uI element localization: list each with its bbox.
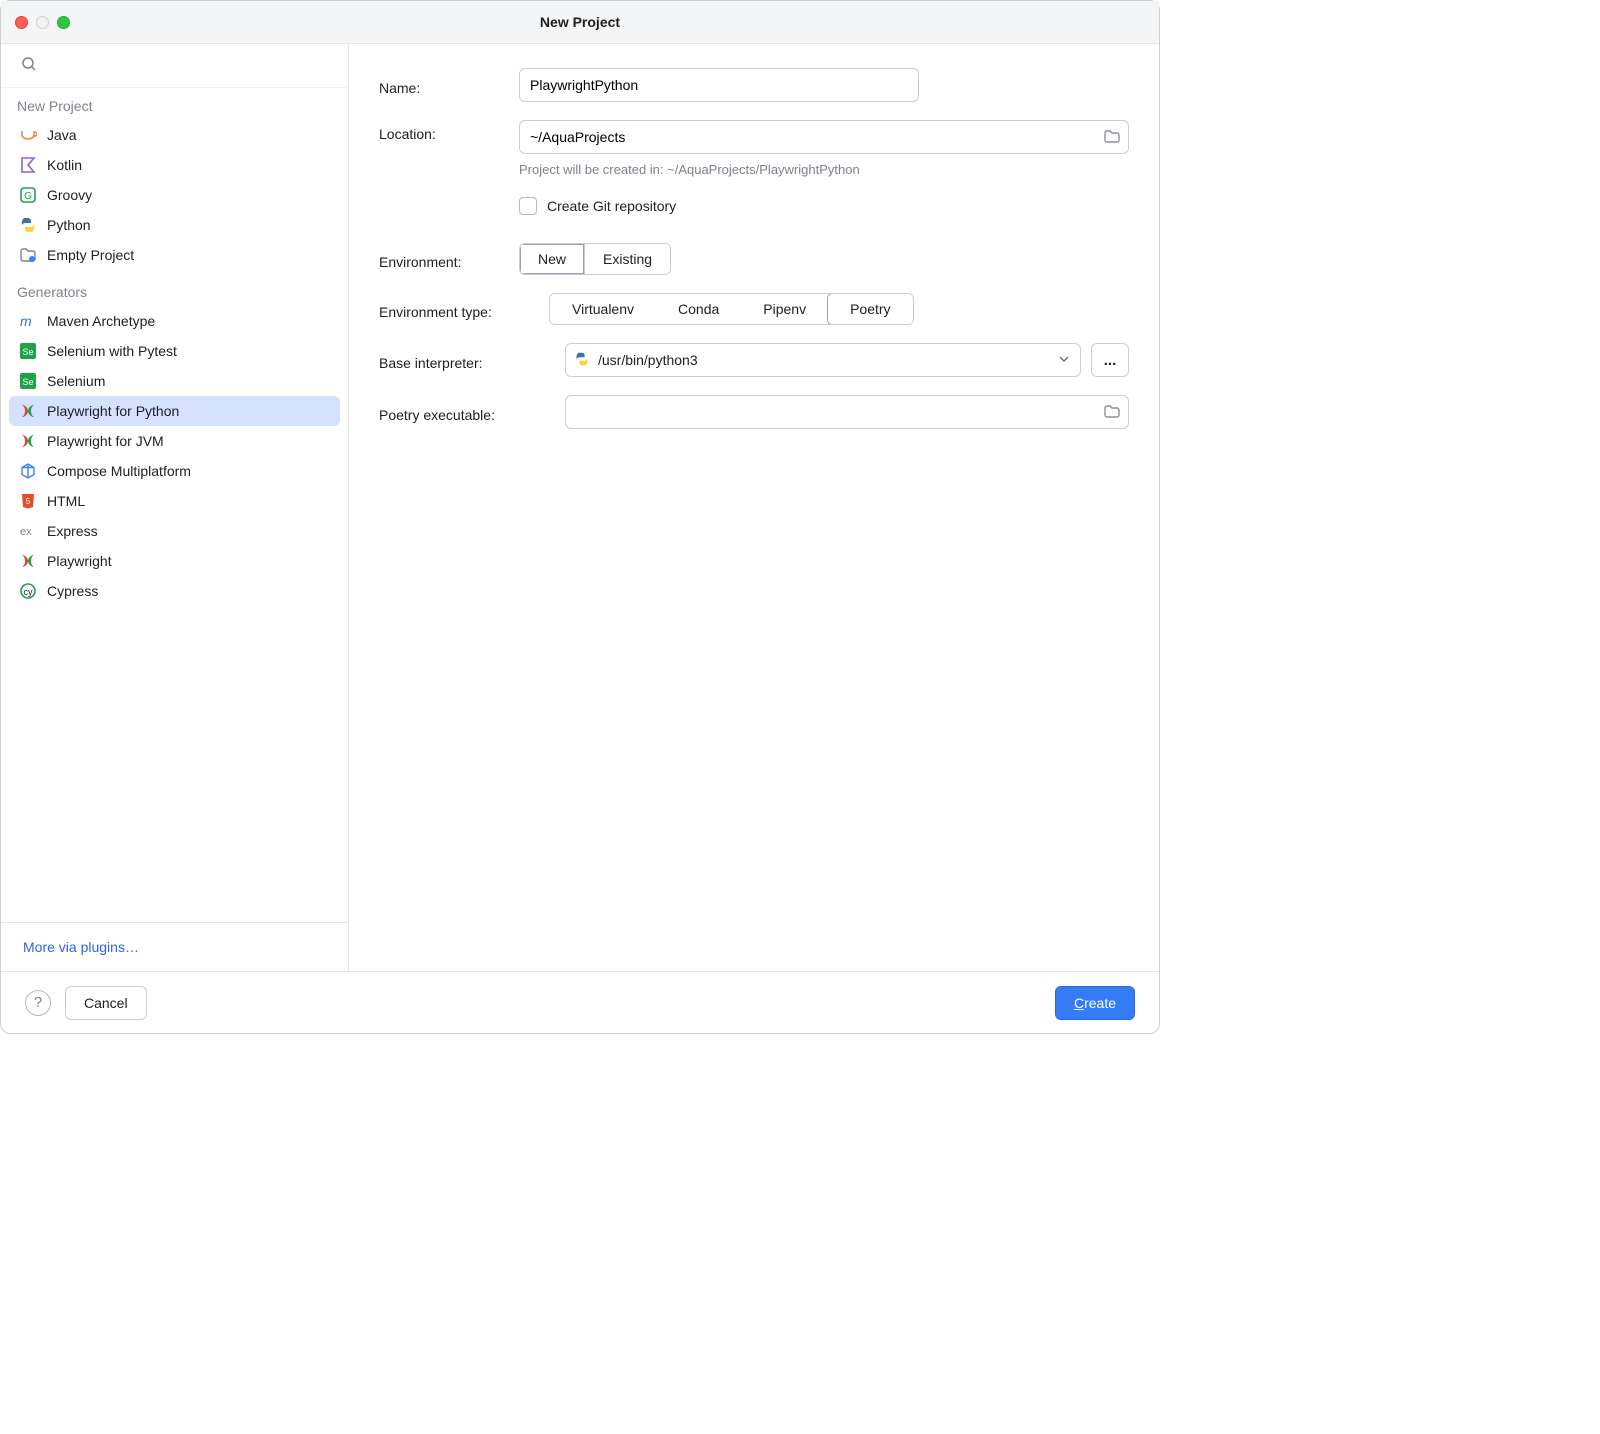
- svg-text:5: 5: [26, 497, 31, 506]
- group-generators-label: Generators: [9, 280, 340, 306]
- env-type-segment: Virtualenv Conda Pipenv Poetry: [549, 293, 914, 325]
- sidebar-item-kotlin[interactable]: Kotlin: [9, 150, 340, 180]
- sidebar-item-label: Playwright for JVM: [47, 433, 164, 449]
- more-via-plugins-link[interactable]: More via plugins…: [23, 939, 139, 955]
- interp-browse-button[interactable]: ...: [1091, 343, 1129, 377]
- sidebar-item-empty[interactable]: Empty Project: [9, 240, 340, 270]
- sidebar-list: New Project Java Kotlin G Groovy Python …: [1, 88, 348, 922]
- cypress-icon: cy: [19, 582, 37, 600]
- sidebar-item-label: Cypress: [47, 583, 98, 599]
- html-icon: 5: [19, 492, 37, 510]
- git-label: Create Git repository: [547, 198, 676, 214]
- env-new-button[interactable]: New: [520, 244, 584, 274]
- groovy-icon: G: [19, 186, 37, 204]
- name-label: Name:: [379, 74, 519, 96]
- poetry-label: Poetry executable:: [379, 401, 565, 423]
- interp-value: /usr/bin/python3: [598, 352, 698, 368]
- sidebar-item-python[interactable]: Python: [9, 210, 340, 240]
- playwright-icon: [19, 402, 37, 420]
- sidebar-item-label: Java: [47, 127, 77, 143]
- search-icon: [21, 56, 37, 75]
- sidebar-item-compose[interactable]: Compose Multiplatform: [9, 456, 340, 486]
- content: Name: Location: Project will be created …: [349, 44, 1159, 971]
- sidebar-item-label: Compose Multiplatform: [47, 463, 191, 479]
- create-label-rest: reate: [1084, 995, 1116, 1011]
- svg-text:Se: Se: [22, 377, 33, 387]
- name-input[interactable]: [519, 68, 919, 102]
- git-checkbox[interactable]: [519, 197, 537, 215]
- selenium-icon: Se: [19, 372, 37, 390]
- titlebar: New Project: [1, 1, 1159, 44]
- interp-label: Base interpreter:: [379, 349, 565, 371]
- selenium-icon: Se: [19, 342, 37, 360]
- compose-icon: [19, 462, 37, 480]
- env-type-pipenv[interactable]: Pipenv: [741, 294, 828, 324]
- poetry-input[interactable]: [565, 395, 1129, 429]
- sidebar: New Project Java Kotlin G Groovy Python …: [1, 44, 349, 971]
- env-type-poetry[interactable]: Poetry: [827, 293, 913, 325]
- svg-text:m: m: [20, 313, 32, 329]
- python-icon: [19, 216, 37, 234]
- location-input[interactable]: [519, 120, 1129, 154]
- java-icon: [19, 126, 37, 144]
- location-label: Location:: [379, 120, 519, 142]
- environment-label: Environment:: [379, 248, 519, 270]
- footer: ? Cancel Create: [1, 971, 1159, 1033]
- svg-text:ex: ex: [20, 526, 32, 538]
- sidebar-item-label: Maven Archetype: [47, 313, 155, 329]
- help-button[interactable]: ?: [25, 990, 51, 1016]
- playwright-icon: [19, 552, 37, 570]
- browse-folder-icon[interactable]: [1103, 128, 1121, 146]
- env-type-conda[interactable]: Conda: [656, 294, 741, 324]
- svg-text:cy: cy: [24, 587, 34, 597]
- sidebar-item-playwright-jvm[interactable]: Playwright for JVM: [9, 426, 340, 456]
- sidebar-item-selenium[interactable]: Se Selenium: [9, 366, 340, 396]
- sidebar-item-label: Groovy: [47, 187, 92, 203]
- search-area[interactable]: [1, 44, 348, 88]
- python-icon: [574, 351, 590, 370]
- env-existing-button[interactable]: Existing: [584, 244, 670, 274]
- main: New Project Java Kotlin G Groovy Python …: [1, 44, 1159, 971]
- kotlin-icon: [19, 156, 37, 174]
- sidebar-item-label: HTML: [47, 493, 85, 509]
- sidebar-item-label: Express: [47, 523, 98, 539]
- sidebar-item-playwright-python[interactable]: Playwright for Python: [9, 396, 340, 426]
- interp-select[interactable]: /usr/bin/python3: [565, 343, 1081, 377]
- group-new-project-label: New Project: [9, 94, 340, 120]
- sidebar-item-label: Selenium with Pytest: [47, 343, 177, 359]
- window-title: New Project: [1, 14, 1159, 30]
- sidebar-item-label: Selenium: [47, 373, 105, 389]
- browse-folder-icon[interactable]: [1103, 403, 1121, 421]
- sidebar-item-groovy[interactable]: G Groovy: [9, 180, 340, 210]
- sidebar-item-label: Empty Project: [47, 247, 134, 263]
- sidebar-item-label: Playwright: [47, 553, 112, 569]
- sidebar-item-html[interactable]: 5 HTML: [9, 486, 340, 516]
- sidebar-item-selenium-pytest[interactable]: Se Selenium with Pytest: [9, 336, 340, 366]
- sidebar-footer: More via plugins…: [1, 922, 348, 971]
- sidebar-item-label: Kotlin: [47, 157, 82, 173]
- sidebar-item-playwright[interactable]: Playwright: [9, 546, 340, 576]
- empty-project-icon: [19, 246, 37, 264]
- sidebar-item-label: Python: [47, 217, 91, 233]
- cancel-button[interactable]: Cancel: [65, 986, 147, 1020]
- sidebar-item-label: Playwright for Python: [47, 403, 179, 419]
- env-type-virtualenv[interactable]: Virtualenv: [550, 294, 656, 324]
- create-button[interactable]: Create: [1055, 986, 1135, 1020]
- svg-text:Se: Se: [22, 347, 33, 357]
- sidebar-item-java[interactable]: Java: [9, 120, 340, 150]
- svg-text:G: G: [24, 191, 32, 202]
- express-icon: ex: [19, 522, 37, 540]
- sidebar-item-cypress[interactable]: cy Cypress: [9, 576, 340, 606]
- sidebar-item-maven[interactable]: m Maven Archetype: [9, 306, 340, 336]
- chevron-down-icon: [1058, 352, 1070, 368]
- env-type-label: Environment type:: [379, 298, 549, 320]
- maven-icon: m: [19, 312, 37, 330]
- playwright-icon: [19, 432, 37, 450]
- location-hint: Project will be created in: ~/AquaProjec…: [519, 162, 1129, 177]
- environment-segment: New Existing: [519, 243, 671, 275]
- sidebar-item-express[interactable]: ex Express: [9, 516, 340, 546]
